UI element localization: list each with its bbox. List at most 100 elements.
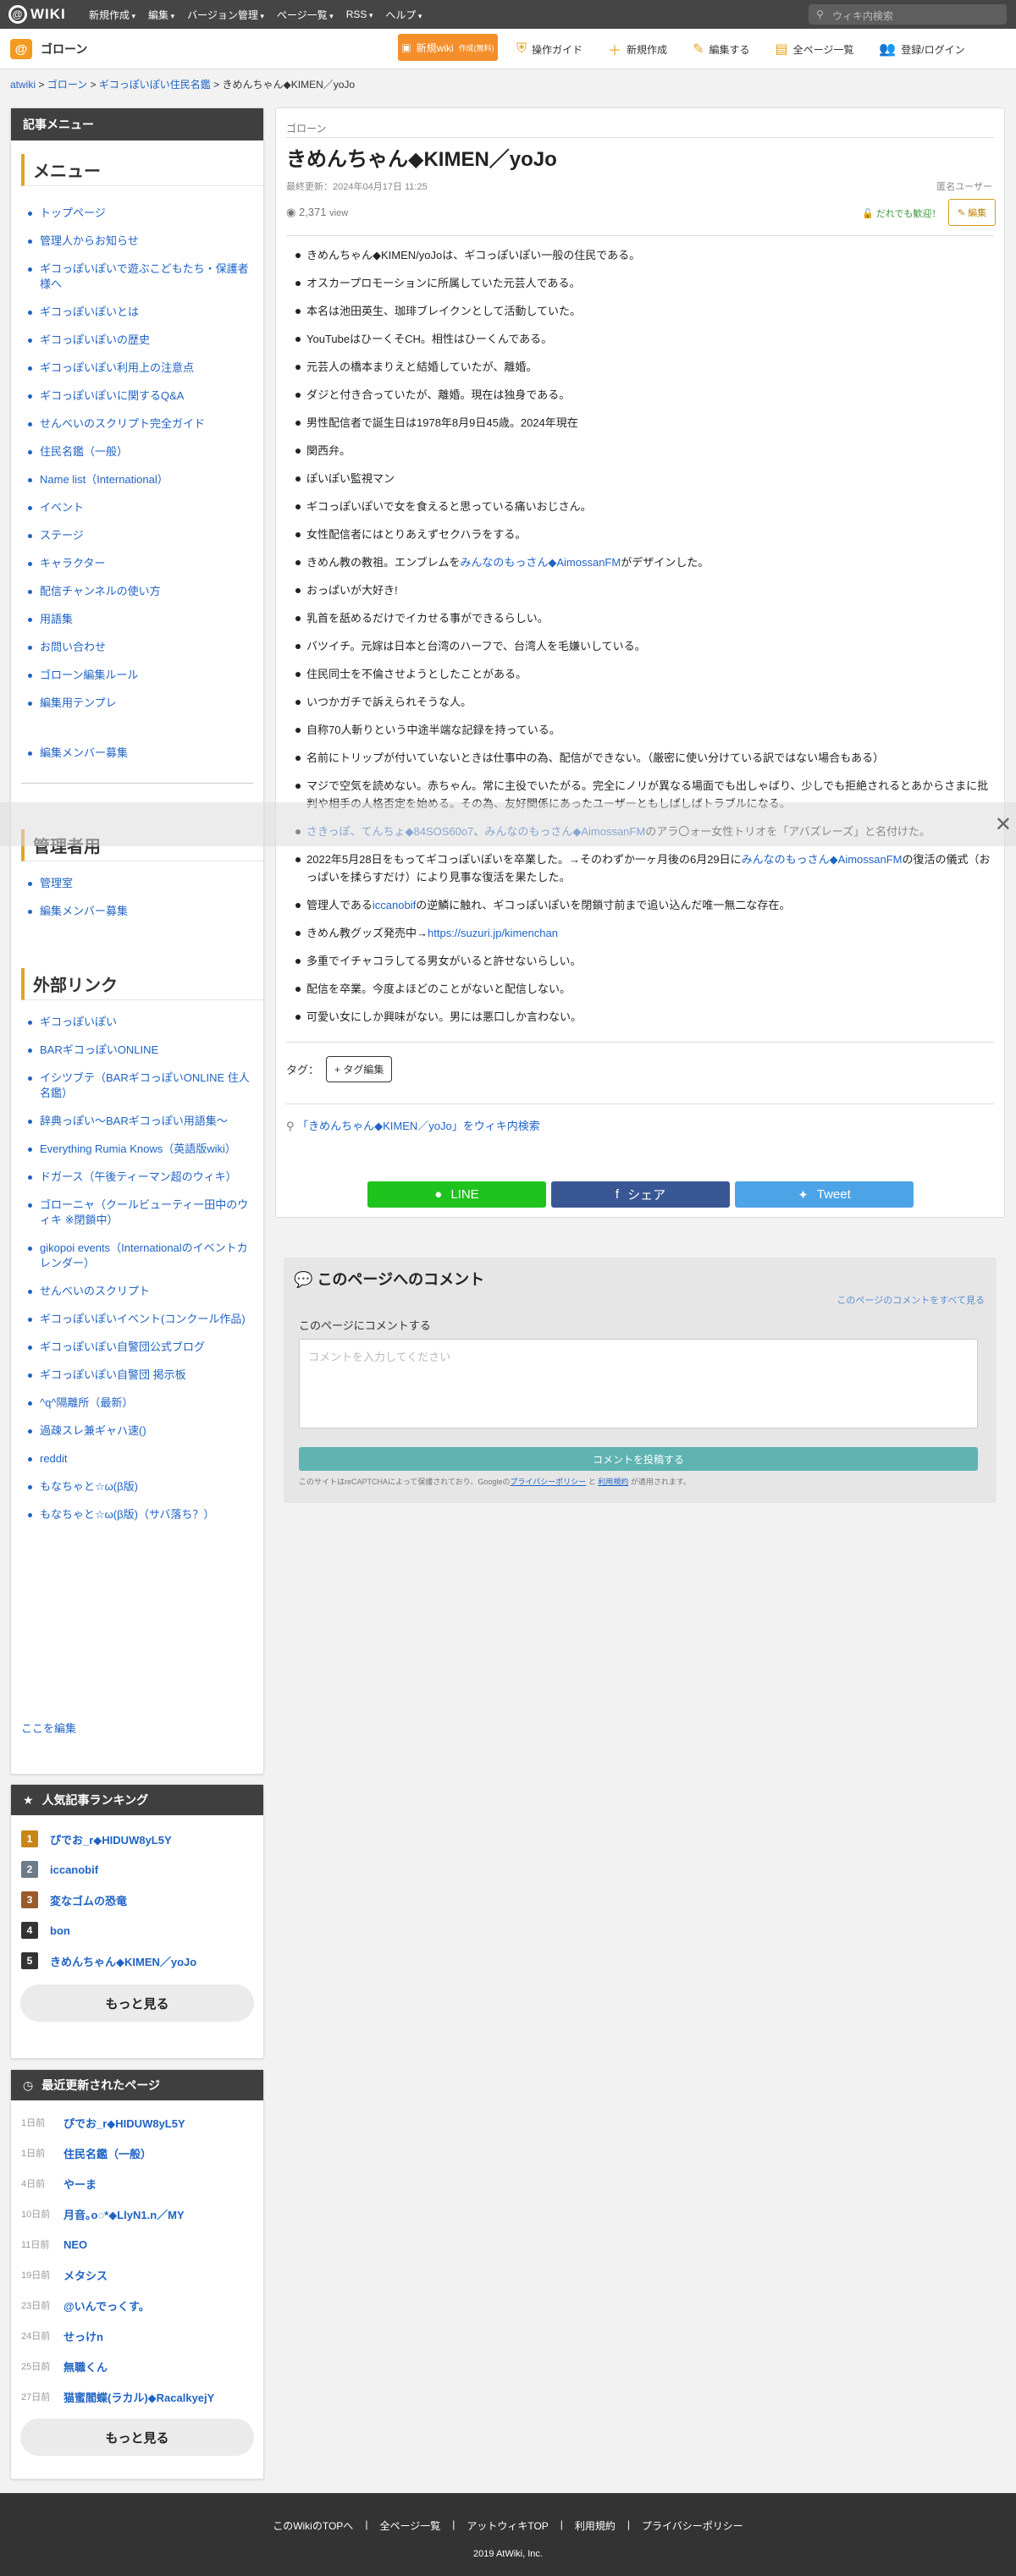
- ranking-item[interactable]: 4 bon: [21, 1915, 253, 1946]
- sidebar-menu-item[interactable]: 管理人からお知らせ: [28, 228, 255, 256]
- sidebar-menu-link[interactable]: Name list（International）: [40, 473, 168, 486]
- footer-link-privacy[interactable]: プライバシーポリシー: [642, 2518, 743, 2533]
- footer-link-terms[interactable]: 利用規約: [575, 2518, 616, 2533]
- sidebar-item-recruit[interactable]: 編集メンバー募集: [28, 740, 255, 768]
- sidebar-menu-item[interactable]: 編集用テンプレ: [28, 690, 255, 718]
- sidebar-external-link[interactable]: 過疎スレ兼ギャハ速(): [40, 1424, 146, 1437]
- recent-link[interactable]: せっけn: [64, 2328, 103, 2344]
- sidebar-menu-link[interactable]: ギコっぽいぽいの歴史: [40, 333, 150, 346]
- recent-link[interactable]: ぴでお_r◆HIDUW8yL5Y: [64, 2115, 185, 2131]
- sidebar-menu-item[interactable]: お問い合わせ: [28, 634, 255, 662]
- sidebar-menu-item[interactable]: 住民名鑑（一般）: [28, 438, 255, 466]
- sidebar-menu-link[interactable]: ギコっぽいぽいとは: [40, 305, 139, 318]
- sidebar-menu-item[interactable]: せんべいのスクリプト完全ガイド: [28, 410, 255, 438]
- recent-item[interactable]: 23日前 @いんでっくす。: [21, 2290, 253, 2320]
- recent-link[interactable]: @いんでっくす。: [64, 2298, 150, 2314]
- ranking-item[interactable]: 2 iccanobif: [21, 1854, 253, 1885]
- sidebar-menu-link[interactable]: イベント: [40, 501, 84, 514]
- ranking-link[interactable]: bon: [50, 1924, 70, 1937]
- recent-link[interactable]: やーま: [64, 2176, 97, 2192]
- recent-more-button[interactable]: もっと見る: [20, 2419, 254, 2456]
- ranking-more-button[interactable]: もっと見る: [20, 1984, 254, 2022]
- sidebar-admin-link[interactable]: 編集メンバー募集: [40, 905, 128, 917]
- sidebar-menu-item[interactable]: 配信チャンネルの使い方: [28, 578, 255, 606]
- sidebar-menu-link[interactable]: 配信チャンネルの使い方: [40, 585, 161, 597]
- atwiki-logo[interactable]: @ WIKI: [8, 5, 66, 24]
- recent-item[interactable]: 4日前 やーま: [21, 2168, 253, 2199]
- sidebar-external-item[interactable]: せんべいのスクリプト: [28, 1278, 255, 1306]
- sidebar-menu-item[interactable]: ギコっぽいぽいに関するQ&A: [28, 383, 255, 410]
- menu-pages[interactable]: ページ一覧: [277, 8, 334, 22]
- menu-edit[interactable]: 編集: [148, 8, 174, 22]
- sidebar-external-link[interactable]: ギコっぽいぽい自警団公式ブログ: [40, 1340, 205, 1353]
- ranking-link[interactable]: ぴでお_r◆HIDUW8yL5Y: [50, 1831, 172, 1847]
- menu-new[interactable]: 新規作成: [89, 8, 135, 22]
- edit-menu-link[interactable]: ここを編集: [21, 1720, 76, 1736]
- sidebar-external-item[interactable]: 辞典っぽい〜BARギコっぽい用語集〜: [28, 1108, 255, 1136]
- privacy-link[interactable]: プライバシーポリシー: [510, 1478, 586, 1486]
- ranking-item[interactable]: 1 ぴでお_r◆HIDUW8yL5Y: [21, 1824, 253, 1854]
- sidebar-external-item[interactable]: ギコっぽいぽい: [28, 1009, 255, 1037]
- article-category[interactable]: ゴローン: [286, 121, 326, 135]
- sidebar-menu-link[interactable]: ギコっぽいぽいで遊ぶこどもたち・保護者様へ: [40, 262, 249, 290]
- recent-link[interactable]: 月音｡o◌*◆LlyN1.n／MY: [64, 2206, 185, 2222]
- sidebar-menu-link[interactable]: お問い合わせ: [40, 641, 106, 653]
- sidebar-menu-link[interactable]: ステージ: [40, 529, 84, 542]
- ranking-link[interactable]: 変なゴムの恐竜: [50, 1892, 127, 1908]
- sidebar-external-link[interactable]: もなちゃと☆ω(β版)（サバ落ち？）: [40, 1508, 214, 1521]
- sidebar-menu-link[interactable]: ギコっぽいぽい利用上の注意点: [40, 361, 194, 374]
- sidebar-menu-item[interactable]: ギコっぽいぽい利用上の注意点: [28, 355, 255, 383]
- footer-link-atwiki[interactable]: アットウィキTOP: [467, 2518, 548, 2533]
- sidebar-external-link[interactable]: ゴローニャ（クールビューティー田中のウィキ ※閉鎖中）: [40, 1198, 248, 1226]
- ranking-link[interactable]: iccanobif: [50, 1863, 98, 1876]
- sidebar-admin-item[interactable]: 管理室: [28, 870, 255, 898]
- sidebar-menu-item[interactable]: ギコっぽいぽいとは: [28, 299, 255, 327]
- tag-edit-button[interactable]: + タグ編集: [326, 1056, 393, 1082]
- recent-link[interactable]: NEO: [64, 2238, 87, 2251]
- breadcrumb-wiki[interactable]: ゴローン: [47, 79, 87, 91]
- sidebar-menu-link[interactable]: トップページ: [40, 206, 106, 219]
- recent-item[interactable]: 11日前 NEO: [21, 2229, 253, 2260]
- sidebar-menu-item[interactable]: 用語集: [28, 606, 255, 634]
- recent-link[interactable]: メタシス: [64, 2267, 108, 2283]
- recent-item[interactable]: 25日前 無職くん: [21, 2351, 253, 2381]
- terms-link[interactable]: 利用規約: [598, 1478, 628, 1486]
- sidebar-external-link[interactable]: ギコっぽいぽい: [40, 1016, 117, 1028]
- sidebar-external-item[interactable]: Everything Rumia Knows（英語版wiki）: [28, 1136, 255, 1164]
- recent-item[interactable]: 27日前 猫蜜閻蝶(ラカル)◆RacalkyejY: [21, 2381, 253, 2412]
- wiki-search-link[interactable]: ⚲ 「きめんちゃん◆KIMEN／yoJo」をウィキ内検索: [286, 1117, 540, 1133]
- sidebar-admin-item[interactable]: 編集メンバー募集: [28, 898, 255, 926]
- recent-link[interactable]: 猫蜜閻蝶(ラカル)◆RacalkyejY: [64, 2389, 214, 2405]
- search-input[interactable]: ⚲ ウィキ内検索: [809, 4, 1007, 25]
- sidebar-menu-item[interactable]: ゴローン編集ルール: [28, 662, 255, 690]
- sidebar-external-item[interactable]: もなちゃと☆ω(β版): [28, 1473, 255, 1501]
- recent-item[interactable]: 1日前 住民名鑑（一般）: [21, 2138, 253, 2168]
- menu-rss[interactable]: RSS: [346, 8, 373, 20]
- ranking-item[interactable]: 5 きめんちゃん◆KIMEN／yoJo: [21, 1946, 253, 1976]
- sidebar-external-item[interactable]: ギコっぽいぽいイベント(コンクール作品): [28, 1306, 255, 1334]
- sidebar-menu-link[interactable]: 用語集: [40, 613, 73, 625]
- login-button[interactable]: 👥 登録/ログイン: [879, 41, 964, 58]
- sidebar-external-link[interactable]: ^q^隔離所（最新）: [40, 1396, 133, 1409]
- share-facebook-button[interactable]: f シェア: [551, 1181, 730, 1208]
- sidebar-menu-link[interactable]: キャラクター: [40, 557, 105, 570]
- create-page-button[interactable]: ＋ 新規作成: [608, 39, 667, 59]
- sidebar-menu-link[interactable]: 編集用テンプレ: [40, 696, 117, 709]
- guide-button[interactable]: ⛨ 操作ガイド: [516, 41, 583, 57]
- breadcrumb-category[interactable]: ギコっぽいぽい住民名鑑: [99, 79, 211, 91]
- sidebar-menu-item[interactable]: ギコっぽいぽいで遊ぶこどもたち・保護者様へ: [28, 256, 255, 299]
- sidebar-external-item[interactable]: ギコっぽいぽい自警団 掲示板: [28, 1362, 255, 1390]
- sidebar-external-item[interactable]: BARギコっぽいONLINE: [28, 1037, 255, 1065]
- sidebar-menu-link[interactable]: 住民名鑑（一般）: [40, 445, 128, 458]
- recruit-link[interactable]: 編集メンバー募集: [40, 746, 128, 759]
- menu-version[interactable]: バージョン管理: [187, 8, 264, 22]
- sidebar-external-link[interactable]: gikopoi events（Internationalのイベントカレンダー）: [40, 1241, 248, 1269]
- article-inline-link[interactable]: みんなのもっさん◆AimossanFM: [742, 853, 903, 866]
- sidebar-external-link[interactable]: せんべいのスクリプト: [40, 1285, 150, 1297]
- recent-item[interactable]: 10日前 月音｡o◌*◆LlyN1.n／MY: [21, 2199, 253, 2229]
- sidebar-external-link[interactable]: BARギコっぽいONLINE: [40, 1043, 158, 1056]
- sidebar-external-item[interactable]: ドガース（午後ティーマン超のウィキ）: [28, 1164, 255, 1192]
- sidebar-menu-link[interactable]: ゴローン編集ルール: [40, 669, 138, 681]
- comment-submit-button[interactable]: コメントを投稿する: [299, 1447, 978, 1471]
- article-edit-button[interactable]: ✎ 編集: [948, 199, 996, 226]
